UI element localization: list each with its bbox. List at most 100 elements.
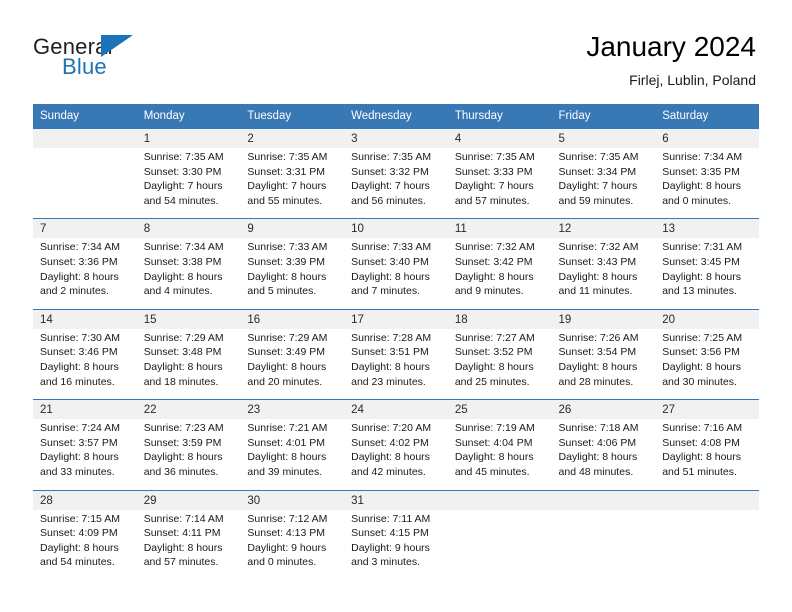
day-cell[interactable]: Sunrise: 7:35 AM Sunset: 3:34 PM Daylight:… bbox=[551, 148, 656, 219]
day-number[interactable]: 19 bbox=[551, 308, 656, 329]
day-info-line: and 4 minutes. bbox=[143, 285, 213, 298]
day-number[interactable]: 5 bbox=[551, 128, 656, 148]
day-info-line: Daylight: 8 hours bbox=[143, 270, 223, 283]
day-number[interactable]: 24 bbox=[344, 399, 448, 420]
day-number[interactable]: 23 bbox=[240, 399, 345, 420]
day-cell[interactable]: Sunrise: 7:18 AM Sunset: 4:06 PM Daylight:… bbox=[551, 419, 656, 490]
day-cell[interactable]: Sunrise: 7:29 AM Sunset: 3:49 PM Daylight:… bbox=[240, 328, 345, 400]
day-info-line: and 57 minutes. bbox=[454, 194, 530, 207]
day-number[interactable]: 22 bbox=[136, 399, 241, 420]
day-number[interactable]: 30 bbox=[240, 489, 345, 510]
day-info-line: Sunset: 3:42 PM bbox=[454, 255, 533, 268]
weekday-header-saturday: Saturday bbox=[655, 104, 759, 129]
day-cell[interactable]: Sunrise: 7:34 AM Sunset: 3:38 PM Daylight:… bbox=[136, 238, 241, 310]
day-number[interactable]: 12 bbox=[551, 218, 656, 239]
day-info-line: Sunrise: 7:11 AM bbox=[351, 512, 431, 525]
day-cell[interactable]: Sunrise: 7:29 AM Sunset: 3:48 PM Daylight:… bbox=[136, 328, 241, 400]
day-info-line: Sunrise: 7:32 AM bbox=[454, 241, 535, 254]
day-cell[interactable]: Sunrise: 7:19 AM Sunset: 4:04 PM Daylight:… bbox=[447, 419, 552, 490]
day-number[interactable]: 31 bbox=[344, 489, 448, 510]
day-cell[interactable]: Sunrise: 7:35 AM Sunset: 3:32 PM Daylight:… bbox=[344, 148, 448, 219]
day-number[interactable]: 27 bbox=[655, 399, 759, 420]
day-number-empty bbox=[655, 489, 759, 510]
day-cell[interactable]: Sunrise: 7:26 AM Sunset: 3:54 PM Daylight:… bbox=[551, 328, 656, 400]
day-info-line: and 36 minutes. bbox=[143, 465, 219, 478]
day-info-line: Daylight: 8 hours bbox=[351, 451, 430, 464]
day-number[interactable]: 14 bbox=[33, 308, 137, 329]
day-info-line: Sunset: 3:52 PM bbox=[454, 346, 533, 359]
day-number[interactable]: 28 bbox=[33, 489, 137, 510]
day-cell[interactable]: Sunrise: 7:15 AM Sunset: 4:09 PM Daylight:… bbox=[33, 509, 137, 580]
day-number[interactable]: 9 bbox=[240, 218, 345, 239]
day-info-line: Sunset: 3:57 PM bbox=[40, 436, 118, 449]
calendar-page: General Blue January 2024 Firlej, Lublin… bbox=[0, 0, 792, 612]
day-cell[interactable]: Sunrise: 7:24 AM Sunset: 3:57 PM Daylight:… bbox=[33, 419, 137, 490]
day-number[interactable]: 3 bbox=[344, 128, 448, 148]
day-number[interactable]: 10 bbox=[344, 218, 448, 239]
day-cell[interactable]: Sunrise: 7:33 AM Sunset: 3:40 PM Daylight:… bbox=[344, 238, 448, 310]
day-cell[interactable]: Sunrise: 7:23 AM Sunset: 3:59 PM Daylight:… bbox=[136, 419, 241, 490]
day-number[interactable]: 29 bbox=[136, 489, 241, 510]
day-info-line: Sunrise: 7:18 AM bbox=[558, 422, 639, 435]
day-cell-empty bbox=[551, 509, 656, 580]
day-info-line: Daylight: 9 hours bbox=[247, 541, 327, 554]
day-info-line: Sunset: 4:09 PM bbox=[40, 527, 118, 540]
day-cell[interactable]: Sunrise: 7:16 AM Sunset: 4:08 PM Daylight:… bbox=[655, 419, 759, 490]
day-number[interactable]: 4 bbox=[447, 128, 552, 148]
day-cell[interactable]: Sunrise: 7:34 AM Sunset: 3:35 PM Daylight:… bbox=[655, 148, 759, 219]
day-info-line: and 56 minutes. bbox=[351, 194, 426, 207]
day-info-line: Daylight: 8 hours bbox=[662, 360, 742, 373]
day-info-line: Sunrise: 7:26 AM bbox=[558, 331, 639, 344]
day-info-line: Sunset: 3:40 PM bbox=[351, 255, 429, 268]
day-info-line: Sunrise: 7:30 AM bbox=[40, 331, 120, 344]
day-cell[interactable]: Sunrise: 7:34 AM Sunset: 3:36 PM Daylight:… bbox=[33, 238, 137, 310]
day-number[interactable]: 26 bbox=[551, 399, 656, 420]
day-number-empty bbox=[447, 489, 552, 510]
day-info-line: Sunset: 3:35 PM bbox=[662, 165, 740, 178]
day-info-line: Sunset: 3:54 PM bbox=[558, 346, 637, 359]
day-cell[interactable]: Sunrise: 7:21 AM Sunset: 4:01 PM Daylight:… bbox=[240, 419, 345, 490]
day-info-line: and 18 minutes. bbox=[143, 375, 219, 388]
day-cell[interactable]: Sunrise: 7:28 AM Sunset: 3:51 PM Daylight:… bbox=[344, 328, 448, 400]
day-info-line: Sunrise: 7:12 AM bbox=[247, 512, 328, 525]
day-number[interactable]: 21 bbox=[33, 399, 137, 420]
day-cell[interactable]: Sunrise: 7:32 AM Sunset: 3:43 PM Daylight:… bbox=[551, 238, 656, 310]
day-info-line: Sunset: 4:04 PM bbox=[454, 436, 533, 449]
day-cell[interactable]: Sunrise: 7:27 AM Sunset: 3:52 PM Daylight:… bbox=[447, 328, 552, 400]
day-cell[interactable]: Sunrise: 7:33 AM Sunset: 3:39 PM Daylight:… bbox=[240, 238, 345, 310]
day-number[interactable]: 6 bbox=[655, 128, 759, 148]
day-number[interactable]: 11 bbox=[447, 218, 552, 239]
day-info-line: Sunset: 3:48 PM bbox=[143, 346, 222, 359]
day-info-line: and 28 minutes. bbox=[558, 375, 634, 388]
day-cell[interactable]: Sunrise: 7:35 AM Sunset: 3:31 PM Daylight:… bbox=[240, 148, 345, 219]
day-cell[interactable]: Sunrise: 7:11 AM Sunset: 4:15 PM Daylight:… bbox=[344, 509, 448, 580]
day-number[interactable]: 18 bbox=[447, 308, 552, 329]
day-number[interactable]: 7 bbox=[33, 218, 137, 239]
day-cell[interactable]: Sunrise: 7:25 AM Sunset: 3:56 PM Daylight:… bbox=[655, 328, 759, 400]
day-cell[interactable]: Sunrise: 7:31 AM Sunset: 3:45 PM Daylight:… bbox=[655, 238, 759, 310]
day-number[interactable]: 17 bbox=[344, 308, 448, 329]
day-info-line: and 2 minutes. bbox=[40, 285, 109, 298]
day-info-line: and 59 minutes. bbox=[558, 194, 634, 207]
day-number[interactable]: 2 bbox=[240, 128, 345, 148]
week-info-row: Sunrise: 7:24 AM Sunset: 3:57 PM Daylight:… bbox=[33, 419, 759, 490]
day-cell[interactable]: Sunrise: 7:35 AM Sunset: 3:30 PM Daylight:… bbox=[136, 148, 241, 219]
day-cell[interactable]: Sunrise: 7:30 AM Sunset: 3:46 PM Daylight:… bbox=[33, 328, 137, 400]
day-number[interactable]: 1 bbox=[136, 128, 241, 148]
day-cell[interactable]: Sunrise: 7:35 AM Sunset: 3:33 PM Daylight:… bbox=[447, 148, 552, 219]
day-cell[interactable]: Sunrise: 7:20 AM Sunset: 4:02 PM Daylight:… bbox=[344, 419, 448, 490]
day-info-line: and 0 minutes. bbox=[662, 194, 732, 207]
day-number[interactable]: 16 bbox=[240, 308, 345, 329]
day-number[interactable]: 25 bbox=[447, 399, 552, 420]
day-info-line: Sunset: 3:38 PM bbox=[143, 255, 222, 268]
day-info-line: and 48 minutes. bbox=[558, 465, 634, 478]
day-cell[interactable]: Sunrise: 7:12 AM Sunset: 4:13 PM Daylight:… bbox=[240, 509, 345, 580]
page-header: General Blue January 2024 Firlej, Lublin… bbox=[0, 0, 792, 104]
day-number-empty bbox=[551, 489, 656, 510]
day-cell[interactable]: Sunrise: 7:32 AM Sunset: 3:42 PM Daylight:… bbox=[447, 238, 552, 310]
day-cell[interactable]: Sunrise: 7:14 AM Sunset: 4:11 PM Daylight:… bbox=[136, 509, 241, 580]
day-number[interactable]: 8 bbox=[136, 218, 241, 239]
day-number[interactable]: 15 bbox=[136, 308, 241, 329]
day-number[interactable]: 20 bbox=[655, 308, 759, 329]
day-number[interactable]: 13 bbox=[655, 218, 759, 239]
